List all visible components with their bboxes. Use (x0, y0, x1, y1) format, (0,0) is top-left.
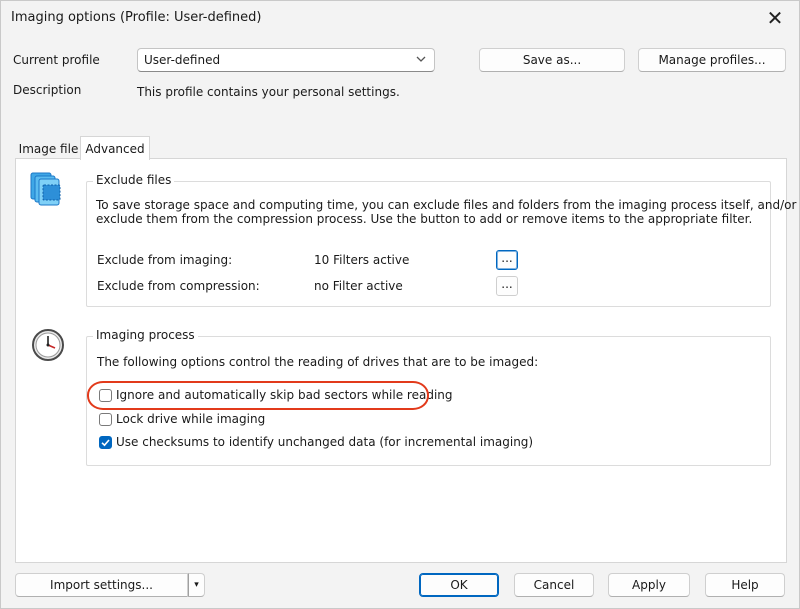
exclude-imaging-label: Exclude from imaging: (97, 253, 233, 267)
description-label: Description (13, 83, 82, 97)
description-text: This profile contains your personal sett… (137, 85, 400, 99)
apply-button[interactable]: Apply (608, 573, 690, 597)
exclude-compression-label: Exclude from compression: (97, 279, 260, 293)
profile-combobox[interactable]: User-defined (137, 48, 435, 72)
exclude-imaging-value: 10 Filters active (314, 253, 410, 267)
advanced-tab-panel: Exclude files To save storage space and … (15, 158, 796, 563)
edit-compression-filters-button[interactable]: ... (496, 276, 518, 296)
cancel-button[interactable]: Cancel (514, 573, 594, 597)
exclude-compression-value: no Filter active (314, 279, 403, 293)
tab-advanced[interactable]: Advanced (80, 136, 150, 160)
imaging-process-intro: The following options control the readin… (97, 355, 539, 369)
import-settings-button[interactable]: Import settings... (15, 573, 188, 597)
skip-bad-sectors-label[interactable]: Ignore and automatically skip bad sector… (116, 388, 453, 402)
import-settings-dropdown[interactable]: ▾ (188, 573, 205, 597)
imaging-process-title: Imaging process (93, 328, 198, 342)
chevron-down-icon (416, 56, 426, 62)
lock-drive-checkbox[interactable] (99, 413, 112, 426)
skip-bad-sectors-checkbox[interactable] (99, 389, 112, 402)
imaging-options-dialog: Imaging options (Profile: User-defined) … (0, 0, 800, 609)
tab-image-file[interactable]: Image file (17, 137, 80, 160)
window-title: Imaging options (Profile: User-defined) (11, 10, 262, 25)
dropdown-arrow-icon: ▾ (194, 580, 199, 590)
tab-advanced-label: Advanced (85, 141, 145, 156)
current-profile-label: Current profile (13, 53, 100, 67)
exclude-files-title: Exclude files (93, 173, 175, 187)
close-button[interactable]: ✕ (755, 3, 795, 33)
tab-image-file-label: Image file (18, 141, 79, 156)
files-stack-icon (30, 172, 61, 206)
exclude-description-line2: exclude them from the compression proces… (96, 212, 753, 226)
lock-drive-label[interactable]: Lock drive while imaging (116, 412, 265, 426)
edit-imaging-filters-button[interactable]: ... (496, 250, 518, 270)
import-settings-split-button: Import settings... ▾ (15, 573, 205, 597)
clock-icon (32, 329, 64, 361)
manage-profiles-button[interactable]: Manage profiles... (638, 48, 786, 72)
ok-button[interactable]: OK (419, 573, 499, 597)
use-checksums-checkbox[interactable] (99, 436, 112, 449)
use-checksums-label[interactable]: Use checksums to identify unchanged data… (116, 435, 533, 449)
save-as-button[interactable]: Save as... (479, 48, 625, 72)
exclude-description-line1: To save storage space and computing time… (96, 198, 797, 212)
help-button[interactable]: Help (705, 573, 785, 597)
profile-combobox-value: User-defined (144, 53, 221, 67)
close-icon: ✕ (766, 6, 784, 30)
checkmark-icon (101, 439, 110, 447)
title-bar: Imaging options (Profile: User-defined) … (1, 1, 799, 35)
